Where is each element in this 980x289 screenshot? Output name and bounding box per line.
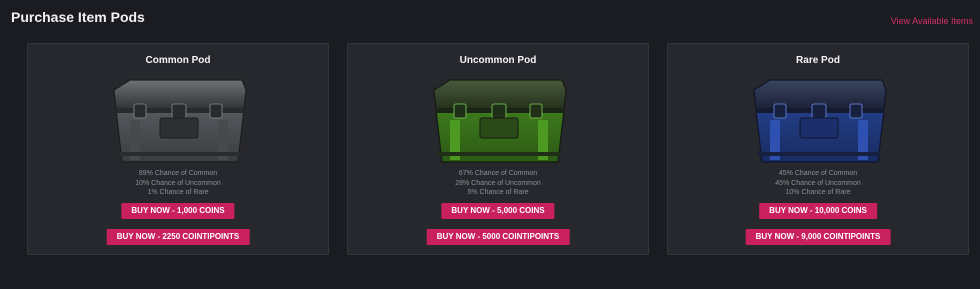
buy-coins-button[interactable]: BUY NOW - 1,000 COINS: [121, 203, 235, 219]
buy-coins-button[interactable]: BUY NOW - 10,000 COINS: [759, 203, 877, 219]
odds-rare: 1% Chance of Rare: [147, 189, 209, 196]
buy-cointipoints-button[interactable]: BUY NOW - 2250 COINTIPOINTS: [106, 229, 250, 245]
rare-pod-crate-icon: [753, 79, 887, 163]
pod-card-common: Common Pod 89% Chance of Common 10% Chan…: [27, 43, 329, 255]
buy-coins-button[interactable]: BUY NOW - 5,000 COINS: [441, 203, 555, 219]
pod-card-uncommon: Uncommon Pod 67% Chance of Common 28% Ch…: [347, 43, 649, 255]
pod-title: Rare Pod: [796, 55, 840, 66]
pod-card-rare: Rare Pod 45% Chance of Common 45% Chance…: [667, 43, 969, 255]
buy-cointipoints-button[interactable]: BUY NOW - 5000 COINTIPOINTS: [426, 229, 570, 245]
page-title: Purchase Item Pods: [11, 9, 145, 25]
uncommon-pod-crate-icon: [433, 79, 567, 163]
page-header: Purchase Item Pods View Available Items: [0, 0, 980, 34]
pod-title: Common Pod: [145, 55, 211, 66]
buy-cointipoints-button[interactable]: BUY NOW - 9,000 COINTIPOINTS: [745, 229, 891, 245]
odds-uncommon: 45% Chance of Uncommon: [775, 179, 861, 187]
pod-title: Uncommon Pod: [459, 55, 537, 66]
common-pod-crate-icon: [113, 79, 247, 163]
pod-odds: 89% Chance of Common 10% Chance of Uncom…: [28, 169, 328, 198]
odds-rare: 10% Chance of Rare: [785, 189, 851, 196]
odds-uncommon: 10% Chance of Uncommon: [135, 179, 221, 187]
view-available-items-link[interactable]: View Available Items: [891, 16, 973, 26]
odds-uncommon: 28% Chance of Uncommon: [455, 179, 541, 187]
pod-odds: 67% Chance of Common 28% Chance of Uncom…: [348, 169, 648, 198]
pod-card-list: Common Pod 89% Chance of Common 10% Chan…: [27, 43, 969, 255]
odds-common: 89% Chance of Common: [138, 170, 218, 177]
odds-common: 45% Chance of Common: [778, 170, 858, 177]
pod-odds: 45% Chance of Common 45% Chance of Uncom…: [668, 169, 968, 198]
odds-common: 67% Chance of Common: [458, 170, 538, 177]
odds-rare: 5% Chance of Rare: [467, 189, 529, 196]
